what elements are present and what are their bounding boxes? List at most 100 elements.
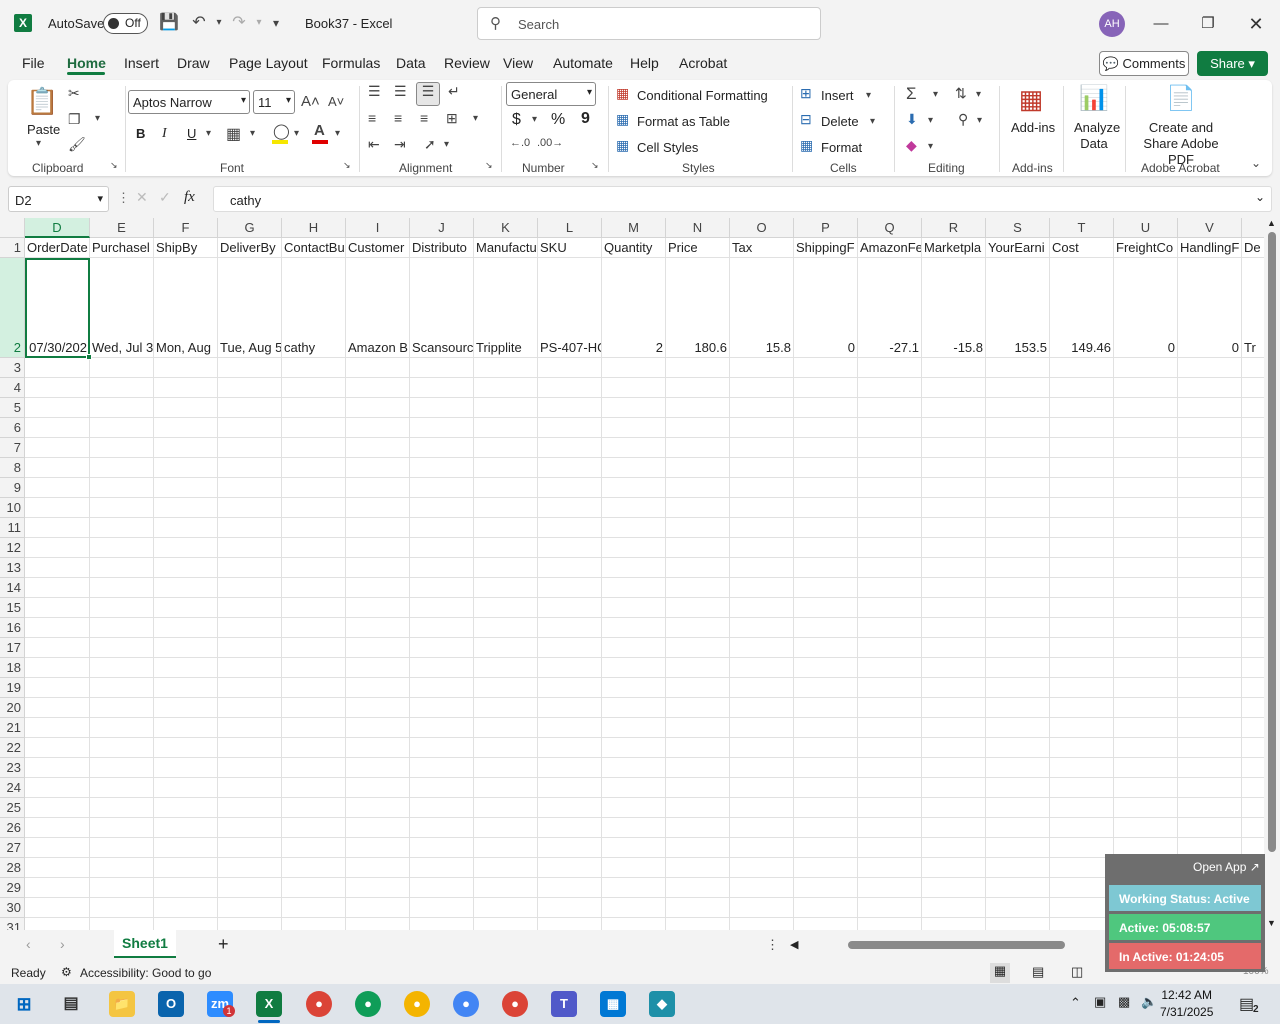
column-header-g[interactable]: G [218,218,282,238]
network-icon[interactable]: ▣ [1094,994,1106,1010]
data-cell[interactable]: -15.8 [922,258,986,358]
column-header-e[interactable]: E [90,218,154,238]
row-header[interactable]: 16 [0,618,25,638]
row-header[interactable]: 14 [0,578,25,598]
accessibility-status[interactable]: Accessibility: Good to go [80,966,211,980]
row-header[interactable]: 1 [0,238,25,258]
row-header[interactable]: 17 [0,638,25,658]
percent-button[interactable]: % [551,111,565,129]
volume-icon[interactable]: 🔈 [1141,994,1157,1010]
more-options-icon[interactable]: ⋮ [766,937,779,953]
wifi-icon[interactable]: ▩ [1118,994,1130,1010]
header-cell[interactable]: Purchasel [90,238,154,258]
header-cell[interactable]: Price [666,238,730,258]
paste-dropdown-icon[interactable]: ▾ [36,138,41,149]
conditional-formatting-button[interactable]: Conditional Formatting [637,88,768,103]
horizontal-scroll-thumb[interactable] [848,941,1065,949]
delete-cells-button[interactable]: Delete [821,114,859,129]
header-cell[interactable]: ContactBu [282,238,346,258]
format-painter-icon[interactable]: 🖌 [68,136,86,153]
header-cell[interactable]: SKU [538,238,602,258]
autosum-dropdown-icon[interactable]: ▾ [933,89,938,100]
enter-icon[interactable]: ✓ [159,189,171,206]
prev-sheet-icon[interactable]: ‹ [26,936,31,952]
fill-dropdown-icon[interactable]: ▾ [928,115,933,126]
more-icon[interactable]: ⋮ [117,190,130,206]
normal-view-icon[interactable]: ▦ [990,963,1010,983]
data-cell[interactable]: Tripplite [474,258,538,358]
decrease-font-icon[interactable]: A˅ [328,94,344,109]
data-cell[interactable]: Tr [1242,258,1264,358]
scroll-up-icon[interactable]: ▲ [1267,218,1276,228]
chrome-icon[interactable]: ● [306,991,332,1017]
copy-icon[interactable]: ❐ [68,111,81,128]
number-launcher-icon[interactable]: ↘ [591,160,599,171]
notification-icon[interactable]: ▤ [1239,994,1254,1014]
autosum-icon[interactable]: Σ [906,84,917,104]
share-button[interactable]: Share ▾ [1197,51,1268,76]
tab-review[interactable]: Review [444,55,490,71]
data-cell[interactable]: -27.1 [858,258,922,358]
tab-page-layout[interactable]: Page Layout [229,55,308,71]
wrap-text-icon[interactable]: ↵ [448,83,460,100]
column-header-h[interactable]: H [282,218,346,238]
column-header-u[interactable]: U [1114,218,1178,238]
tab-data[interactable]: Data [396,55,426,71]
fill-icon[interactable]: ⬇ [906,111,918,128]
row-header[interactable]: 24 [0,778,25,798]
alignment-launcher-icon[interactable]: ↘ [485,160,493,171]
chevron-up-icon[interactable]: ⌃ [1070,995,1081,1011]
delete-dropdown-icon[interactable]: ▾ [870,116,875,127]
data-cell[interactable]: 0 [1114,258,1178,358]
row-header[interactable]: 30 [0,898,25,918]
row-header[interactable]: 20 [0,698,25,718]
bold-button[interactable]: B [136,126,145,141]
scroll-left-icon[interactable]: ◀ [790,938,798,951]
add-ins-button[interactable]: Add-ins [1011,120,1055,135]
italic-button[interactable]: I [162,126,167,142]
excel-taskbar-icon[interactable]: X [256,991,282,1017]
increase-indent-icon[interactable]: ⇥ [394,136,406,153]
row-header[interactable]: 7 [0,438,25,458]
restore-icon[interactable]: ❐ [1193,12,1223,36]
column-header-r[interactable]: R [922,218,986,238]
data-cell[interactable]: 2 [602,258,666,358]
decrease-indent-icon[interactable]: ⇤ [368,136,380,153]
row-header[interactable]: 15 [0,598,25,618]
underline-button[interactable]: U [187,126,196,141]
row-header[interactable]: 31 [0,918,25,930]
row-header[interactable]: 29 [0,878,25,898]
chrome-profile-icon[interactable]: ● [502,991,528,1017]
column-header-n[interactable]: N [666,218,730,238]
data-cell[interactable]: 153.5 [986,258,1050,358]
redo-icon[interactable]: ↷ [228,12,250,34]
font-color-dropdown-icon[interactable]: ▾ [335,128,340,139]
align-right-icon[interactable]: ≡ [420,110,428,126]
data-cell[interactable]: Wed, Jul 3 [90,258,154,358]
collapse-ribbon-icon[interactable]: ⌄ [1251,156,1261,170]
row-header[interactable]: 19 [0,678,25,698]
search-box[interactable]: ⚲ Search [477,7,821,40]
row-header[interactable]: 6 [0,418,25,438]
data-cell[interactable]: 180.6 [666,258,730,358]
merge-center-icon[interactable]: ⊞ [446,110,458,127]
align-top-icon[interactable]: ☰ [368,83,381,100]
row-header[interactable]: 18 [0,658,25,678]
analyze-data-button[interactable]: Analyze Data [1074,120,1120,152]
tab-insert[interactable]: Insert [124,55,159,71]
fill-handle[interactable] [86,354,92,360]
column-header-d[interactable]: D [25,218,90,238]
column-header-q[interactable]: Q [858,218,922,238]
header-cell[interactable]: Manufactu [474,238,538,258]
select-all-corner[interactable] [0,218,25,238]
cut-icon[interactable]: ✂ [68,85,80,102]
sort-filter-icon[interactable]: ⇅ [955,85,967,102]
row-header[interactable]: 9 [0,478,25,498]
row-header[interactable]: 11 [0,518,25,538]
column-header-t[interactable]: T [1050,218,1114,238]
header-cell[interactable]: DeliverBy [218,238,282,258]
clipboard-launcher-icon[interactable]: ↘ [110,160,118,171]
tab-home[interactable]: Home [67,55,106,71]
header-cell[interactable]: AmazonFe [858,238,922,258]
tab-draw[interactable]: Draw [177,55,210,71]
